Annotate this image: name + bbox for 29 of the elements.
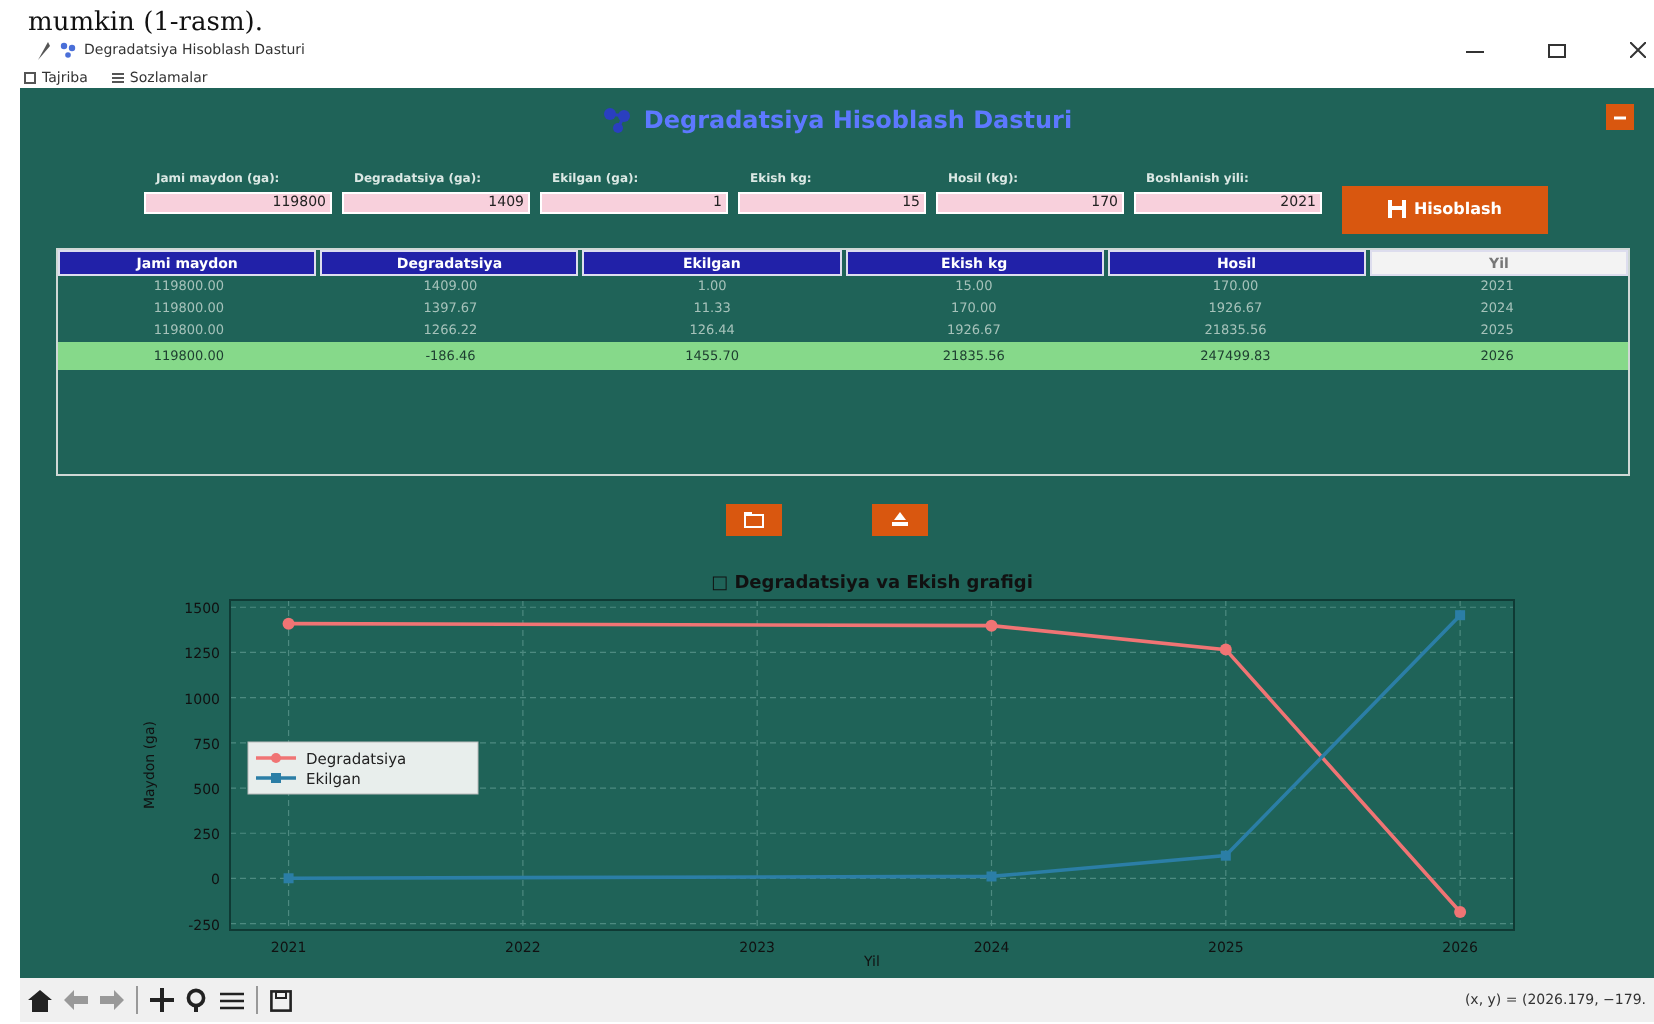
grid-icon [24, 71, 36, 83]
upload-icon [890, 512, 910, 528]
maximize-icon[interactable] [1548, 41, 1566, 59]
point [1454, 906, 1467, 919]
pan-icon[interactable] [150, 988, 174, 1012]
point [283, 873, 294, 884]
point [985, 619, 998, 632]
zoom-icon[interactable] [186, 988, 208, 1012]
calculate-button[interactable]: Hisoblash [1342, 185, 1548, 234]
feather-icon [36, 40, 52, 60]
chart-title: □ Degradatsiya va Ekish grafigi [711, 574, 1033, 594]
document-text: mumkin (1-rasm). [28, 6, 263, 34]
molecule-icon [601, 106, 634, 135]
legend-marker-icon [256, 753, 296, 763]
list-icon [111, 71, 124, 83]
molecule-icon [60, 42, 76, 58]
home-icon[interactable] [28, 989, 52, 1011]
point [1219, 643, 1232, 656]
app-title: Degradatsiya Hisoblash Dasturi [643, 106, 1073, 135]
folder-button[interactable] [726, 504, 782, 536]
point [1455, 610, 1466, 621]
point [986, 871, 997, 882]
upload-button[interactable] [872, 504, 928, 536]
point [282, 617, 295, 630]
collapse-button[interactable] [1606, 104, 1634, 130]
legend-marker-icon [256, 773, 296, 783]
point [1220, 850, 1231, 861]
close-icon[interactable] [1630, 42, 1646, 58]
folder-icon [744, 512, 764, 528]
